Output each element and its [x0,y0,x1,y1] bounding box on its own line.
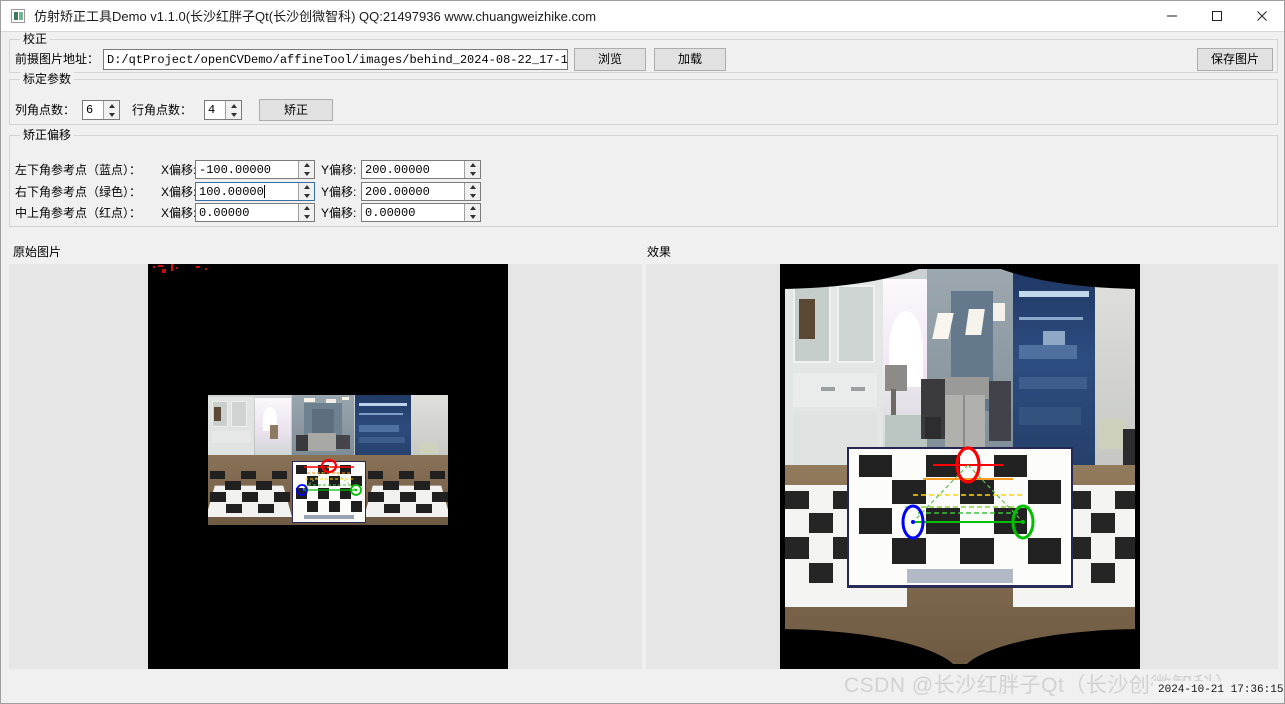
offset-row-0-label: 左下角参考点（蓝点）： [15,163,142,177]
minimize-button[interactable] [1149,1,1194,31]
row-corners-increment[interactable] [226,101,241,110]
original-photo [208,395,448,525]
offset-row-0-y-arrows[interactable] [464,161,480,178]
offset-row-0-y-value: 200.00000 [365,163,430,177]
offset-row-2-x-value: 0.00000 [199,206,250,220]
column-corners-label: 列角点数： [15,103,76,117]
column-corners-increment[interactable] [104,101,119,110]
result-photo [785,269,1135,664]
offset-row-0-x-increment[interactable] [299,161,314,170]
offset-row-2-label: 中上角参考点（红点）： [15,206,142,220]
maximize-button[interactable] [1194,1,1239,31]
column-corners-spinbox[interactable]: 6 [82,100,120,120]
row-corners-decrement[interactable] [226,110,241,119]
offset-row-0-x-spinbox[interactable]: -100.00000 [195,160,315,179]
offset-row-1-label: 右下角参考点（绿色）： [15,185,142,199]
original-image-canvas[interactable] [148,264,508,669]
offset-row-2-x-arrows[interactable] [298,204,314,221]
offset-group-legend: 矫正偏移 [20,128,75,142]
offset-row-2-y-spinbox[interactable]: 0.00000 [361,203,481,222]
window-title: 仿射矫正工具Demo v1.1.0(长沙红胖子Qt(长沙创微智科) QQ:214… [34,9,597,24]
offset-row-1-x-value: 100.00000 [199,185,264,199]
result-image-canvas[interactable] [780,264,1140,669]
offset-row-0-x-decrement[interactable] [299,170,314,179]
browse-button[interactable]: 浏览 [574,48,646,71]
app-icon [11,9,25,23]
affine-overlay [296,458,362,496]
offset-row-1-x-decrement[interactable] [299,192,314,201]
offset-row-1-x-spinbox[interactable]: 100.00000 [195,182,315,201]
row-corners-arrows[interactable] [225,101,241,119]
offset-row-1-x-label: X偏移: [161,185,197,199]
affine-overlay-result [901,446,1035,540]
offset-row-2-y-decrement[interactable] [465,213,480,222]
image-path-input[interactable]: D:/qtProject/openCVDemo/affineTool/image… [103,49,568,70]
row-corners-value: 4 [208,103,216,117]
offset-row-1-x-arrows[interactable] [298,183,314,200]
result-image-panel[interactable] [646,264,1278,669]
offset-row-0-y-spinbox[interactable]: 200.00000 [361,160,481,179]
offset-row-1-y-label: Y偏移: [321,185,357,199]
offset-row-2-y-arrows[interactable] [464,204,480,221]
offset-row-1-y-increment[interactable] [465,183,480,192]
column-corners-arrows[interactable] [103,101,119,119]
offset-row-0-x-arrows[interactable] [298,161,314,178]
original-image-panel[interactable] [9,264,642,669]
offset-row-1-y-value: 200.00000 [365,185,430,199]
offset-row-1-y-spinbox[interactable]: 200.00000 [361,182,481,201]
close-button[interactable] [1239,1,1284,31]
timestamp: 2024-10-21 17:36:15 [1158,684,1284,696]
save-image-button[interactable]: 保存图片 [1197,48,1273,71]
calibration-group-legend: 校正 [20,32,51,46]
offset-row-2-x-label: X偏移: [161,206,197,220]
params-group-legend: 标定参数 [20,72,75,86]
original-image-label: 原始图片 [13,245,62,259]
row-corners-label: 行角点数： [132,103,193,117]
offset-row-2-x-decrement[interactable] [299,213,314,222]
offset-row-2-x-increment[interactable] [299,204,314,213]
offset-row-0-y-label: Y偏移: [321,163,357,177]
offset-row-2-y-increment[interactable] [465,204,480,213]
offset-row-2-y-label: Y偏移: [321,206,357,220]
column-corners-decrement[interactable] [104,110,119,119]
offset-row-0-y-decrement[interactable] [465,170,480,179]
offset-row-1-y-decrement[interactable] [465,192,480,201]
result-image-label: 效果 [647,245,672,259]
column-corners-value: 6 [86,103,94,117]
row-corners-spinbox[interactable]: 4 [204,100,242,120]
offset-row-0-x-value: -100.00000 [199,163,272,177]
application-window: 仿射矫正工具Demo v1.1.0(长沙红胖子Qt(长沙创微智科) QQ:214… [0,0,1285,704]
offset-row-0-x-label: X偏移: [161,163,197,177]
title-bar: 仿射矫正工具Demo v1.1.0(长沙红胖子Qt(长沙创微智科) QQ:214… [1,1,1284,32]
offset-row-2-x-spinbox[interactable]: 0.00000 [195,203,315,222]
offset-row-1-y-arrows[interactable] [464,183,480,200]
offset-row-0-y-increment[interactable] [465,161,480,170]
correct-button[interactable]: 矫正 [259,99,333,121]
text-caret [264,185,265,198]
image-path-label: 前摄图片地址： [15,52,100,66]
load-button[interactable]: 加载 [654,48,726,71]
offset-row-2-y-value: 0.00000 [365,206,416,220]
offset-row-1-x-increment[interactable] [299,183,314,192]
params-group: 标定参数 [9,72,1278,125]
